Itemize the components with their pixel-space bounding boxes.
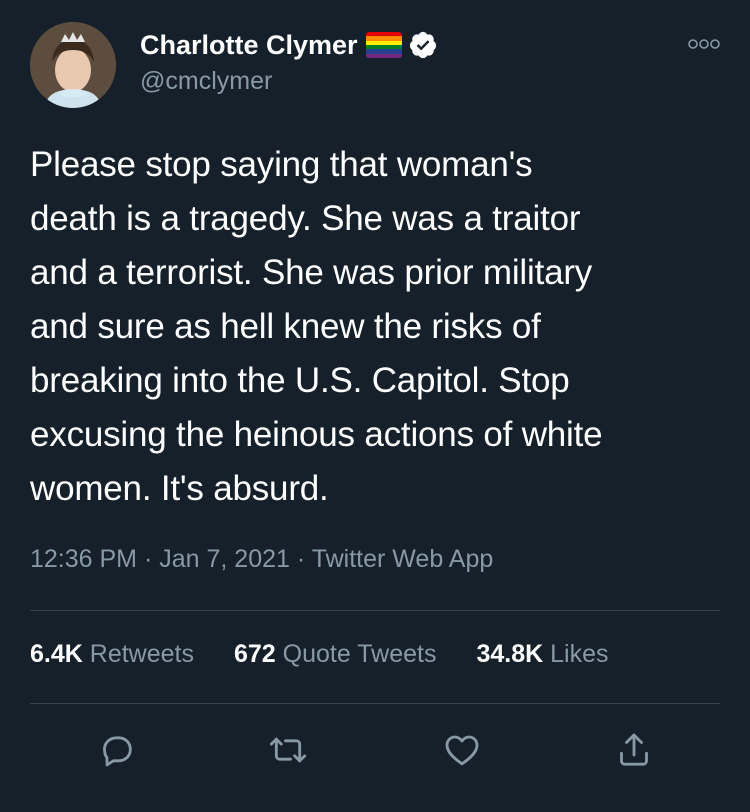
divider — [30, 703, 720, 704]
author-display-name[interactable]: Charlotte Clymer — [140, 30, 358, 61]
likes-label: Likes — [550, 640, 609, 668]
retweet-button[interactable] — [266, 728, 310, 772]
more-options-icon[interactable] — [688, 38, 720, 50]
share-icon — [620, 733, 648, 766]
verified-icon — [409, 31, 436, 59]
quote-tweets-label: Quote Tweets — [282, 640, 437, 668]
retweet-icon — [269, 737, 307, 763]
avatar-portrait-image — [30, 22, 116, 108]
author-name-row: Charlotte Clymer — [140, 28, 438, 62]
likes-stat[interactable]: 34.8K Likes — [476, 640, 608, 669]
likes-count: 34.8K — [476, 640, 544, 668]
share-button[interactable] — [612, 728, 656, 772]
tweet-source[interactable]: Twitter Web App — [312, 545, 494, 573]
quote-tweets-stat[interactable]: 672 Quote Tweets — [234, 640, 436, 669]
reply-button[interactable] — [95, 728, 139, 772]
rainbow-flag-emoji — [365, 32, 402, 58]
meta-separator: · — [296, 545, 306, 573]
engagement-stats: 6.4K Retweets 672 Quote Tweets 34.8K Lik… — [30, 640, 649, 669]
quote-tweets-count: 672 — [233, 640, 276, 668]
tweet-metadata: 12:36 PM · Jan 7, 2021 · Twitter Web App — [30, 545, 493, 574]
retweets-label: Retweets — [89, 640, 194, 668]
like-button[interactable] — [440, 728, 484, 772]
meta-separator: · — [143, 545, 153, 573]
avatar[interactable] — [30, 22, 116, 108]
tweet-actions-bar — [0, 728, 750, 772]
tweet-date[interactable]: Jan 7, 2021 — [159, 545, 290, 573]
tweet-time[interactable]: 12:36 PM — [30, 545, 137, 573]
author-handle[interactable]: @cmclymer — [140, 67, 272, 96]
tweet-detail: Charlotte Clymer @cmclymer Please stop s… — [0, 0, 750, 812]
retweets-stat[interactable]: 6.4K Retweets — [30, 640, 194, 669]
like-icon — [445, 735, 479, 766]
divider — [30, 610, 720, 611]
retweets-count: 6.4K — [30, 640, 83, 668]
reply-icon — [103, 736, 132, 767]
tweet-text: Please stop saying that woman's death is… — [30, 145, 603, 508]
